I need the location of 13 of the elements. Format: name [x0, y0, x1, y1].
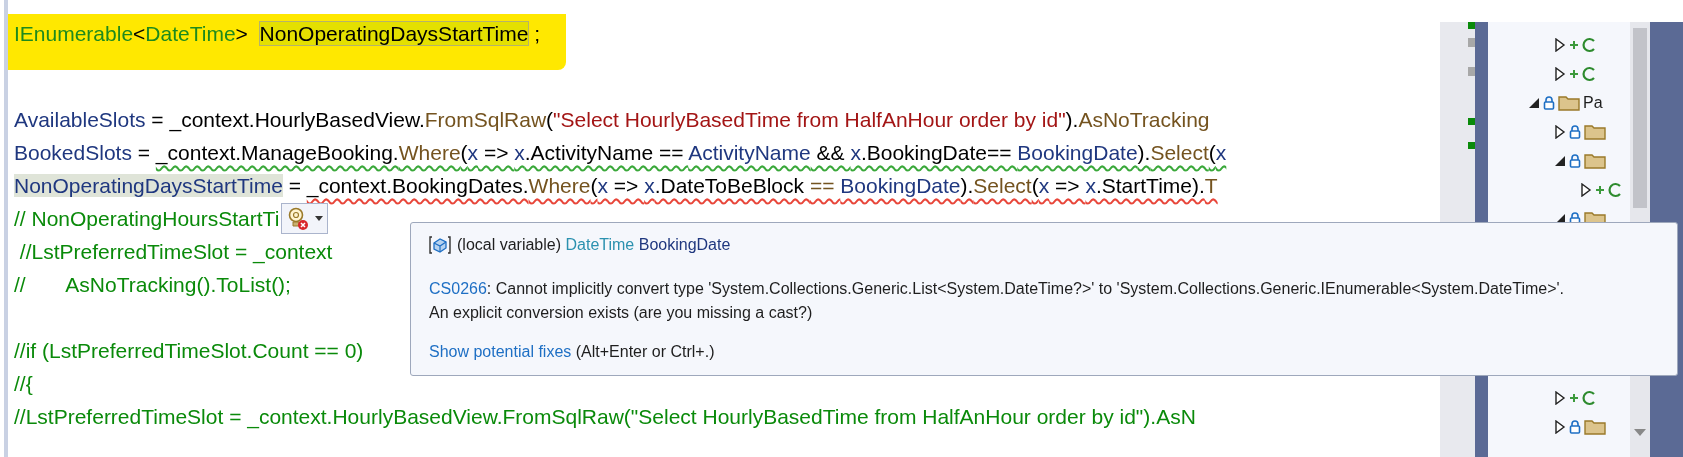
code-line: //LstPreferredTimeSlot = _context.HourlyBasedView.FromSqlRaw("Select HourlyBasedTime from HalfAnHour order by id").AsN [14, 403, 1196, 431]
code-line: NonOperatingDaysStartTime = _context.BookingDates.Where(x => x.DateToBeBlock == BookingDate).Select(x => x.StartTime).T [14, 172, 1218, 200]
error-detail: An explicit conversion exists (are you missing a cast?) [429, 303, 814, 323]
code-line: // NonOperatingHoursStartTi [14, 205, 280, 232]
code-line: AvailableSlots = _context.HourlyBasedView.FromSqlRaw("Select HourlyBasedTime from HalfAnHour order by id").AsNoTracking [14, 106, 1210, 134]
code-line: // AsNoTracking().ToList(); [14, 271, 291, 298]
code-line: //if (LstPreferredTimeSlot.Count == 0) [14, 337, 364, 364]
code-line: BookedSlots = _context.ManageBooking.Where(x => x.ActivityName == ActivityName && x.BookingDate== BookingDate).Select(x [14, 139, 1227, 167]
error-message: : Cannot implicitly convert type 'System.Collections.Generic.List<System.DateTime?>' to 'System.Collections.Generic.IEnumerable<System.DateTime>'. [486, 280, 1565, 297]
code-line: //LstPreferredTimeSlot = _context [18, 238, 333, 266]
shortcut-hint: (Alt+Enter or Ctrl+.) [574, 343, 715, 360]
quick-info-text: (local variable) DateTime BookingDate [457, 236, 731, 254]
code-line: //{ [14, 370, 33, 397]
